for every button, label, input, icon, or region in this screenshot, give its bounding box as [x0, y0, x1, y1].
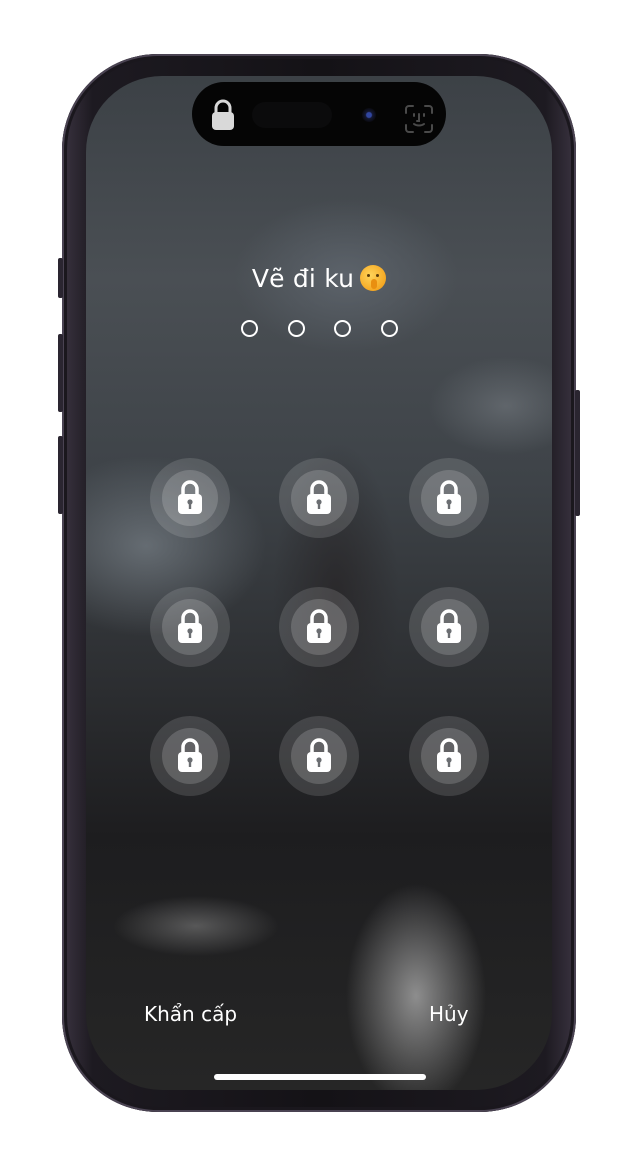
power-button	[575, 390, 580, 516]
volume-up-button	[58, 334, 63, 412]
passcode-dot	[381, 320, 398, 337]
padlock-icon	[437, 480, 461, 514]
action-button	[58, 258, 63, 298]
front-camera	[362, 108, 376, 122]
padlock-icon	[178, 738, 202, 772]
keypad-key-2[interactable]	[279, 458, 359, 538]
cancel-button[interactable]: Hủy	[429, 1002, 469, 1026]
keypad-key-3[interactable]	[409, 458, 489, 538]
dynamic-island	[192, 82, 446, 146]
volume-down-button	[58, 436, 63, 514]
keypad-key-5[interactable]	[279, 587, 359, 667]
lock-icon	[212, 99, 234, 130]
keypad-key-4[interactable]	[150, 587, 230, 667]
padlock-icon	[307, 480, 331, 514]
face-id-icon	[405, 105, 433, 133]
padlock-icon	[178, 609, 202, 643]
emergency-button[interactable]: Khẩn cấp	[144, 1002, 237, 1026]
island-sensor-area	[252, 102, 332, 128]
pattern-prompt: Vẽ đi ku	[86, 264, 552, 293]
padlock-icon	[437, 609, 461, 643]
padlock-icon	[437, 738, 461, 772]
lock-screen: Vẽ đi ku Khẩn cấp Hủy	[86, 76, 552, 1090]
passcode-dots	[241, 320, 401, 340]
passcode-dot	[288, 320, 305, 337]
padlock-icon	[307, 738, 331, 772]
passcode-dot	[241, 320, 258, 337]
prompt-title: Vẽ đi ku	[251, 264, 355, 293]
keypad-key-1[interactable]	[150, 458, 230, 538]
keypad-key-8[interactable]	[279, 716, 359, 796]
padlock-icon	[307, 609, 331, 643]
keypad-key-7[interactable]	[150, 716, 230, 796]
home-indicator[interactable]	[214, 1074, 426, 1080]
shushing-face-emoji	[360, 265, 387, 291]
padlock-icon	[178, 480, 202, 514]
passcode-dot	[334, 320, 351, 337]
keypad-key-9[interactable]	[409, 716, 489, 796]
keypad-key-6[interactable]	[409, 587, 489, 667]
